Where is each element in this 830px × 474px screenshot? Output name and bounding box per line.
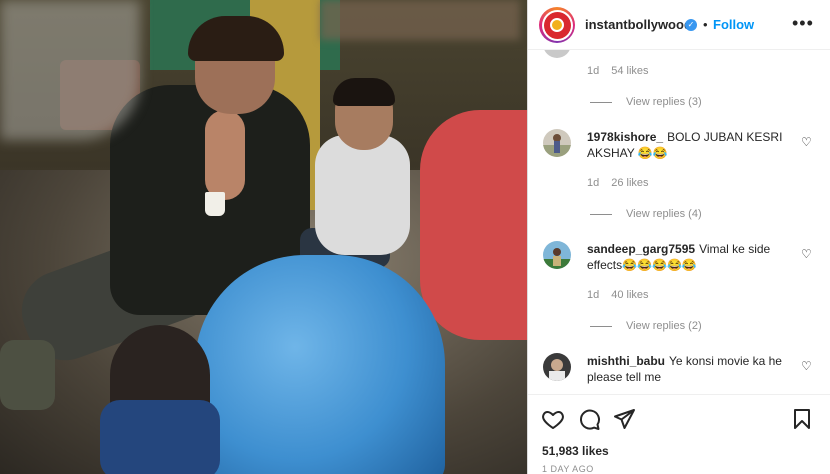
replies-line: [590, 325, 612, 327]
comment-text: 1978kishore_ BOLO JUBAN KESRI AKSHAY 😂😂: [587, 129, 792, 161]
photo-man-chest: [205, 110, 245, 200]
comment-likes[interactable]: 40 likes: [611, 289, 648, 301]
view-replies-label: View replies (3): [626, 96, 702, 108]
comment-time: 1d: [587, 289, 600, 301]
comment-like-icon[interactable]: ♡: [801, 135, 812, 149]
likes-count[interactable]: 51,983 likes: [542, 444, 609, 458]
post-actions-bar: [528, 394, 830, 440]
comment-avatar-partial[interactable]: [543, 50, 571, 58]
comments-list[interactable]: 1d 54 likes View replies (3) 1978kishore_…: [528, 50, 830, 394]
post-username[interactable]: instantbollywood: [585, 17, 692, 32]
view-replies-button[interactable]: View replies (3): [590, 96, 702, 108]
comment-time: 1d: [587, 177, 600, 189]
follow-button[interactable]: Follow: [713, 17, 754, 32]
header-separator: •: [703, 17, 708, 32]
photo-kid-body: [315, 135, 410, 255]
comment-username[interactable]: 1978kishore_: [587, 130, 663, 144]
comment-username[interactable]: mishthi_babu: [587, 354, 665, 368]
comment-avatar[interactable]: [543, 241, 571, 269]
comment-text: sandeep_garg7595 Vimal ke side effects😂😂😂…: [587, 241, 792, 273]
avatar[interactable]: [539, 7, 575, 43]
post-sidebar: instantbollywood ✓ • Follow ••• 1d 54 lik…: [527, 0, 830, 474]
photo-blue-sari: [195, 255, 445, 474]
comment-icon[interactable]: [577, 407, 601, 431]
verified-badge-icon: ✓: [685, 19, 697, 31]
view-replies-label: View replies (4): [626, 208, 702, 220]
comment-meta: 1d 26 likes: [587, 177, 649, 189]
photo-red-sari: [420, 110, 527, 340]
view-replies-button[interactable]: View replies (2): [590, 320, 702, 332]
avatar-ring-inner: [541, 9, 573, 41]
view-replies-button[interactable]: View replies (4): [590, 208, 702, 220]
comment-avatar[interactable]: [543, 353, 571, 381]
comment-meta: 1d 40 likes: [587, 289, 649, 301]
replies-line: [590, 101, 612, 103]
comment-avatar[interactable]: [543, 129, 571, 157]
heart-icon[interactable]: [541, 407, 565, 431]
photo-blur-foreground: [0, 0, 140, 140]
view-replies-label: View replies (2): [626, 320, 702, 332]
photo-kid-hair: [333, 78, 395, 106]
paper-plane-icon[interactable]: [612, 407, 636, 431]
comment-username[interactable]: sandeep_garg7595: [587, 242, 695, 256]
comment-likes[interactable]: 54 likes: [611, 65, 648, 77]
comment-like-icon[interactable]: ♡: [801, 247, 812, 261]
comment-like-icon[interactable]: ♡: [801, 359, 812, 373]
comment-text: mishthi_babu Ye konsi movie ka he please …: [587, 353, 792, 385]
comment-meta: 1d 54 likes: [587, 65, 649, 77]
post-image[interactable]: [0, 0, 527, 474]
comment-likes[interactable]: 26 likes: [611, 177, 648, 189]
replies-line: [590, 213, 612, 215]
comment-time: 1d: [587, 65, 600, 77]
photo-blur-top: [320, 0, 520, 40]
post-header: instantbollywood ✓ • Follow •••: [528, 0, 830, 50]
avatar-logo-icon: [543, 11, 571, 39]
post-date: 1 DAY AGO: [542, 464, 594, 474]
photo-tea-cup: [205, 192, 225, 216]
more-options-icon[interactable]: •••: [792, 13, 814, 34]
photo-child-shirt: [100, 400, 220, 474]
photo-shoe: [0, 340, 55, 410]
bookmark-icon[interactable]: [790, 407, 814, 431]
